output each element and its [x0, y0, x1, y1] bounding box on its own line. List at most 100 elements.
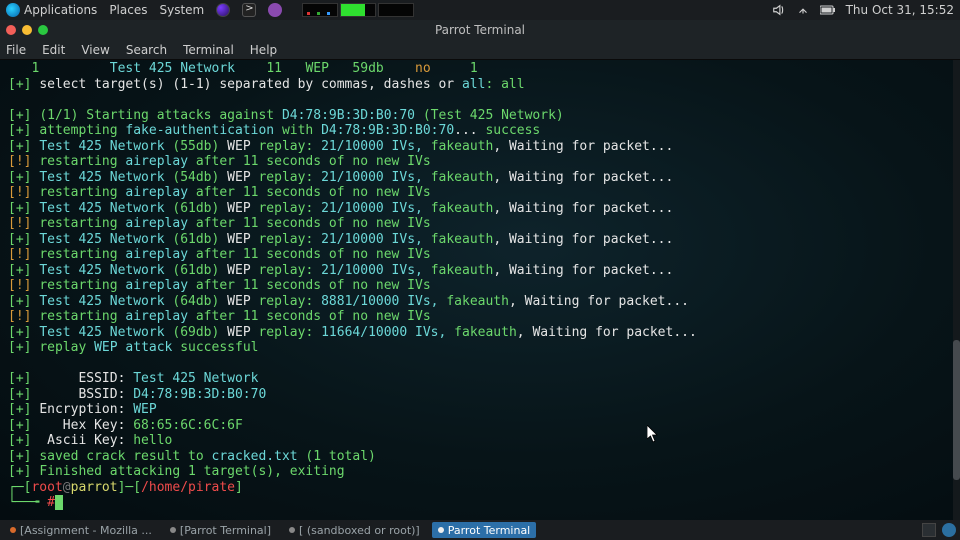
task-firefox[interactable]: [Assignment - Mozilla ...	[4, 522, 158, 538]
hex-label: Hex Key:	[39, 418, 133, 433]
l4-wait: , Waiting for packet...	[493, 232, 673, 247]
l1-net: Test 425 Network	[39, 139, 164, 154]
select-answer: : all	[485, 77, 524, 92]
ascii-label: Ascii Key:	[39, 433, 133, 448]
cpu-monitor	[302, 3, 338, 17]
l6-wait: , Waiting for packet...	[509, 294, 689, 309]
l1-rep: replay:	[251, 139, 321, 154]
r5a: restarting	[39, 278, 125, 293]
r2c: after 11 seconds of no new IVs	[188, 185, 431, 200]
l2-wait: , Waiting for packet...	[493, 170, 673, 185]
menu-help[interactable]: Help	[250, 43, 277, 57]
menu-edit[interactable]: Edit	[42, 43, 65, 57]
menu-terminal[interactable]: Terminal	[183, 43, 234, 57]
fakeauth-word: fake-authentication	[125, 123, 274, 138]
success: success	[485, 123, 540, 138]
r6b: aireplay	[125, 309, 188, 324]
r4b: aireplay	[125, 247, 188, 262]
start-tail: (Test 425 Network)	[415, 108, 564, 123]
show-desktop-icon[interactable]	[942, 523, 956, 537]
sandbox-dot-icon	[289, 527, 295, 533]
l2-net: Test 425 Network	[39, 170, 164, 185]
l2-fa: fakeauth	[431, 170, 494, 185]
top-panel-left: Applications Places System	[6, 3, 414, 17]
l1-fa: fakeauth	[431, 139, 494, 154]
firefox-launcher-icon[interactable]	[216, 3, 230, 17]
l7-fa: fakeauth	[454, 325, 517, 340]
target-bssid: D4:78:9B:3D:B0:70	[282, 108, 415, 123]
prompt-host: parrot	[71, 480, 118, 495]
battery-icon[interactable]	[820, 5, 836, 15]
task-terminal-active[interactable]: Parrot Terminal	[432, 522, 537, 538]
system-monitor-applet[interactable]	[302, 3, 414, 17]
essid-value: Test 425 Network	[133, 371, 258, 386]
l6-rep: replay:	[251, 294, 321, 309]
prompt-user: root	[31, 480, 62, 495]
active-dot-icon	[438, 527, 444, 533]
applications-menu[interactable]: Applications	[6, 3, 97, 17]
row-enc: WEP	[305, 61, 328, 76]
volume-icon[interactable]	[772, 3, 786, 17]
r3a: restarting	[39, 216, 125, 231]
r2b: aireplay	[125, 185, 188, 200]
l3-rep: replay:	[251, 201, 321, 216]
enc-label: Encryption:	[39, 402, 133, 417]
l3-ivs: 21/10000 IVs,	[321, 201, 431, 216]
prompt-dash: ─[	[125, 480, 141, 495]
r3c: after 11 seconds of no new IVs	[188, 216, 431, 231]
attempt-2: with	[274, 123, 321, 138]
l5-fa: fakeauth	[431, 263, 494, 278]
workspace-switcher-icon[interactable]	[922, 523, 936, 537]
essid-label: ESSID:	[39, 371, 133, 386]
system-menu[interactable]: System	[159, 3, 204, 17]
maximize-button[interactable]	[38, 25, 48, 35]
task-terminal-1-label: [Parrot Terminal]	[180, 524, 271, 537]
start-text: (1/1) Starting attacks against	[39, 108, 282, 123]
clock[interactable]: Thu Oct 31, 15:52	[846, 3, 954, 17]
top-panel-right: Thu Oct 31, 15:52	[772, 3, 954, 17]
prompt-close: ]	[235, 480, 243, 495]
row-wps: no	[415, 61, 431, 76]
l5-ivs: 21/10000 IVs,	[321, 263, 431, 278]
scrollbar-thumb[interactable]	[953, 340, 960, 480]
menu-view[interactable]: View	[81, 43, 109, 57]
close-button[interactable]	[6, 25, 16, 35]
ascii-value: hello	[133, 433, 172, 448]
l4-rep: replay:	[251, 232, 321, 247]
taskbar-tray	[922, 523, 956, 537]
select-prompt: select target(s) (1-1) separated by comm…	[39, 77, 462, 92]
l6-fa: fakeauth	[446, 294, 509, 309]
l4-db: (61db)	[172, 232, 219, 247]
term-dot-icon	[170, 527, 176, 533]
task-terminal-1[interactable]: [Parrot Terminal]	[164, 522, 277, 538]
l7-net: Test 425 Network	[39, 325, 164, 340]
minimize-button[interactable]	[22, 25, 32, 35]
places-menu[interactable]: Places	[109, 3, 147, 17]
select-all: all	[462, 77, 485, 92]
terminal-launcher-icon[interactable]	[242, 3, 256, 17]
l3-wait: , Waiting for packet...	[493, 201, 673, 216]
network-icon[interactable]	[796, 3, 810, 17]
cracked-file: cracked.txt	[212, 449, 298, 464]
rep-ok-3: successful	[180, 340, 258, 355]
l5-net: Test 425 Network	[39, 263, 164, 278]
menu-file[interactable]: File	[6, 43, 26, 57]
tor-launcher-icon[interactable]	[268, 3, 282, 17]
l6-net: Test 425 Network	[39, 294, 164, 309]
bssid-label: BSSID:	[39, 387, 133, 402]
l5-rep: replay:	[251, 263, 321, 278]
r6a: restarting	[39, 309, 125, 324]
r6c: after 11 seconds of no new IVs	[188, 309, 431, 324]
terminal-viewport[interactable]: 1 Test 425 Network 11 WEP 59db no 1 [+] …	[0, 60, 960, 520]
menu-search[interactable]: Search	[126, 43, 167, 57]
terminal-scrollbar[interactable]	[953, 60, 960, 520]
r4a: restarting	[39, 247, 125, 262]
task-sandbox[interactable]: [ (sandboxed or root)]	[283, 522, 426, 538]
window-titlebar[interactable]: Parrot Terminal	[0, 20, 960, 40]
task-terminal-active-label: Parrot Terminal	[448, 524, 531, 537]
system-label: System	[159, 3, 204, 17]
net-monitor	[378, 3, 414, 17]
window-title: Parrot Terminal	[0, 23, 960, 37]
attempt-1: attempting	[39, 123, 125, 138]
l1-db: (55db)	[172, 139, 219, 154]
